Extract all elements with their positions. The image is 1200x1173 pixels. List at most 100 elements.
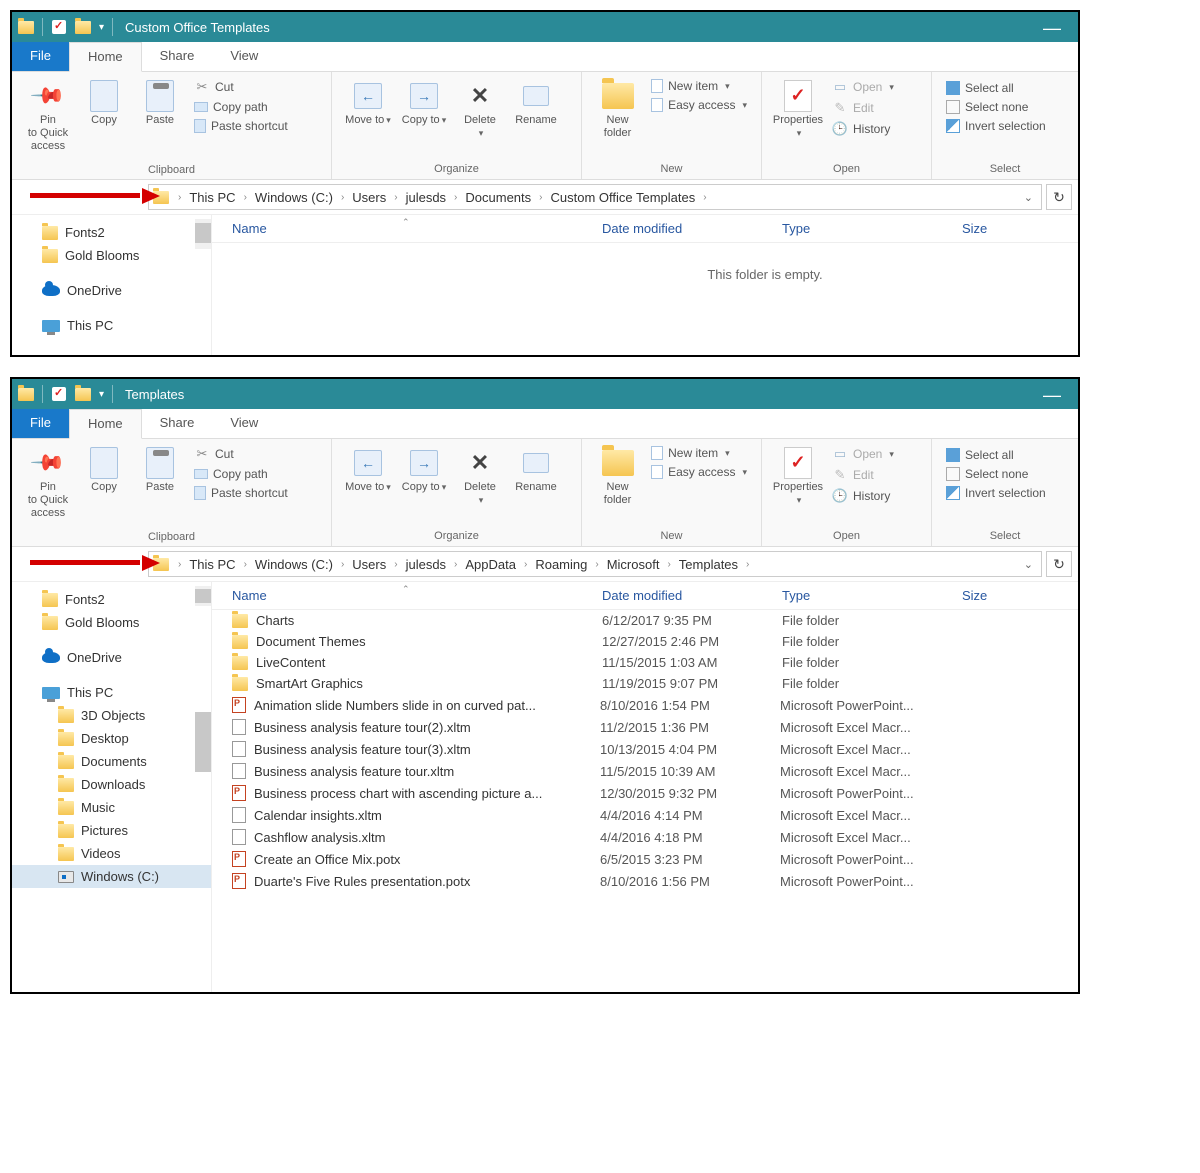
- address-dropdown-icon[interactable]: ⌄: [1020, 191, 1037, 204]
- breadcrumb-segment[interactable]: Roaming: [532, 557, 590, 572]
- move-to-button[interactable]: ←Move to▾: [340, 76, 396, 131]
- nav-item[interactable]: Videos: [12, 842, 211, 865]
- paste-shortcut-button[interactable]: Paste shortcut: [192, 485, 290, 501]
- titlebar[interactable]: ▾ Custom Office Templates —: [12, 12, 1078, 42]
- column-header-date[interactable]: Date modified: [602, 221, 782, 236]
- minimize-button[interactable]: —: [1038, 384, 1066, 406]
- edit-button[interactable]: ✎Edit: [830, 99, 896, 117]
- copy-to-button[interactable]: →Copy to▾: [396, 443, 452, 498]
- nav-item[interactable]: Gold Blooms: [12, 611, 211, 634]
- copy-to-button[interactable]: →Copy to▾: [396, 76, 452, 131]
- column-header-size[interactable]: Size: [962, 588, 1022, 603]
- invert-selection-button[interactable]: Invert selection: [944, 485, 1048, 501]
- refresh-button[interactable]: ↻: [1046, 551, 1072, 577]
- breadcrumb-segment[interactable]: This PC: [186, 557, 238, 572]
- breadcrumb-segment[interactable]: Custom Office Templates: [547, 190, 698, 205]
- file-row[interactable]: Charts6/12/2017 9:35 PMFile folder: [212, 610, 1078, 631]
- file-row[interactable]: SmartArt Graphics11/19/2015 9:07 PMFile …: [212, 673, 1078, 694]
- paste-button[interactable]: Paste: [132, 76, 188, 131]
- address-bar[interactable]: ›This PC›Windows (C:)›Users›julesds›AppD…: [148, 551, 1042, 577]
- breadcrumb-segment[interactable]: Windows (C:): [252, 557, 336, 572]
- nav-item[interactable]: Documents: [12, 750, 211, 773]
- nav-item[interactable]: OneDrive: [12, 279, 211, 302]
- file-row[interactable]: Animation slide Numbers slide in on curv…: [212, 694, 1078, 716]
- nav-item[interactable]: OneDrive: [12, 646, 211, 669]
- cut-button[interactable]: ✂Cut: [192, 78, 290, 96]
- nav-item[interactable]: This PC: [12, 314, 211, 337]
- column-header-name[interactable]: Name⌃: [212, 221, 602, 236]
- breadcrumb-segment[interactable]: julesds: [403, 190, 449, 205]
- properties-button[interactable]: Properties▾: [770, 443, 826, 511]
- address-bar[interactable]: ›This PC›Windows (C:)›Users›julesds›Docu…: [148, 184, 1042, 210]
- rename-button[interactable]: Rename: [508, 76, 564, 131]
- file-row[interactable]: Create an Office Mix.potx6/5/2015 3:23 P…: [212, 848, 1078, 870]
- qat-dropdown-icon[interactable]: ▾: [99, 389, 104, 400]
- paste-shortcut-button[interactable]: Paste shortcut: [192, 118, 290, 134]
- file-row[interactable]: Calendar insights.xltm4/4/2016 4:14 PMMi…: [212, 804, 1078, 826]
- nav-item[interactable]: 3D Objects: [12, 704, 211, 727]
- view-tab[interactable]: View: [212, 409, 276, 438]
- home-tab[interactable]: Home: [69, 409, 142, 439]
- nav-item[interactable]: Windows (C:): [12, 865, 211, 888]
- file-row[interactable]: Duarte's Five Rules presentation.potx8/1…: [212, 870, 1078, 892]
- column-header-type[interactable]: Type: [782, 588, 962, 603]
- paste-button[interactable]: Paste: [132, 443, 188, 498]
- select-none-button[interactable]: Select none: [944, 466, 1048, 482]
- breadcrumb-segment[interactable]: Templates: [676, 557, 741, 572]
- breadcrumb-segment[interactable]: Microsoft: [604, 557, 663, 572]
- share-tab[interactable]: Share: [142, 42, 213, 71]
- breadcrumb-segment[interactable]: Documents: [462, 190, 534, 205]
- open-button[interactable]: ▭Open ▾: [830, 445, 896, 463]
- new-folder-button[interactable]: Newfolder: [590, 76, 645, 144]
- new-folder-button[interactable]: Newfolder: [590, 443, 645, 511]
- file-tab[interactable]: File: [12, 409, 69, 438]
- breadcrumb-segment[interactable]: AppData: [462, 557, 519, 572]
- delete-button[interactable]: ✕Delete▾: [452, 76, 508, 144]
- nav-item[interactable]: Gold Blooms: [12, 244, 211, 267]
- nav-item[interactable]: Downloads: [12, 773, 211, 796]
- file-row[interactable]: Business analysis feature tour(2).xltm11…: [212, 716, 1078, 738]
- properties-button[interactable]: Properties▾: [770, 76, 826, 144]
- history-button[interactable]: 🕒History: [830, 487, 896, 505]
- minimize-button[interactable]: —: [1038, 17, 1066, 39]
- new-item-button[interactable]: New item ▾: [649, 445, 749, 461]
- breadcrumb-segment[interactable]: Users: [349, 190, 389, 205]
- history-button[interactable]: 🕒History: [830, 120, 896, 138]
- nav-item[interactable]: Desktop: [12, 727, 211, 750]
- select-all-button[interactable]: Select all: [944, 80, 1048, 96]
- copy-button[interactable]: Copy: [76, 76, 132, 131]
- column-header-type[interactable]: Type: [782, 221, 962, 236]
- nav-item[interactable]: Fonts2: [12, 588, 211, 611]
- open-button[interactable]: ▭Open ▾: [830, 78, 896, 96]
- breadcrumb-segment[interactable]: Users: [349, 557, 389, 572]
- file-row[interactable]: Business process chart with ascending pi…: [212, 782, 1078, 804]
- delete-button[interactable]: ✕Delete▾: [452, 443, 508, 511]
- share-tab[interactable]: Share: [142, 409, 213, 438]
- view-tab[interactable]: View: [212, 42, 276, 71]
- cut-button[interactable]: ✂Cut: [192, 445, 290, 463]
- copy-path-button[interactable]: Copy path: [192, 466, 290, 482]
- edit-button[interactable]: ✎Edit: [830, 466, 896, 484]
- column-header-name[interactable]: Name⌃: [212, 588, 602, 603]
- file-tab[interactable]: File: [12, 42, 69, 71]
- easy-access-button[interactable]: Easy access ▾: [649, 97, 749, 113]
- refresh-button[interactable]: ↻: [1046, 184, 1072, 210]
- file-row[interactable]: Document Themes12/27/2015 2:46 PMFile fo…: [212, 631, 1078, 652]
- home-tab[interactable]: Home: [69, 42, 142, 72]
- file-row[interactable]: LiveContent11/15/2015 1:03 AMFile folder: [212, 652, 1078, 673]
- nav-item[interactable]: Pictures: [12, 819, 211, 842]
- nav-item[interactable]: Fonts2: [12, 221, 211, 244]
- breadcrumb-segment[interactable]: julesds: [403, 557, 449, 572]
- breadcrumb-segment[interactable]: Windows (C:): [252, 190, 336, 205]
- nav-item[interactable]: This PC: [12, 681, 211, 704]
- easy-access-button[interactable]: Easy access ▾: [649, 464, 749, 480]
- file-row[interactable]: Business analysis feature tour.xltm11/5/…: [212, 760, 1078, 782]
- file-row[interactable]: Business analysis feature tour(3).xltm10…: [212, 738, 1078, 760]
- select-all-button[interactable]: Select all: [944, 447, 1048, 463]
- breadcrumb-segment[interactable]: This PC: [186, 190, 238, 205]
- address-dropdown-icon[interactable]: ⌄: [1020, 558, 1037, 571]
- select-none-button[interactable]: Select none: [944, 99, 1048, 115]
- column-header-date[interactable]: Date modified: [602, 588, 782, 603]
- nav-item[interactable]: Music: [12, 796, 211, 819]
- file-row[interactable]: Cashflow analysis.xltm4/4/2016 4:18 PMMi…: [212, 826, 1078, 848]
